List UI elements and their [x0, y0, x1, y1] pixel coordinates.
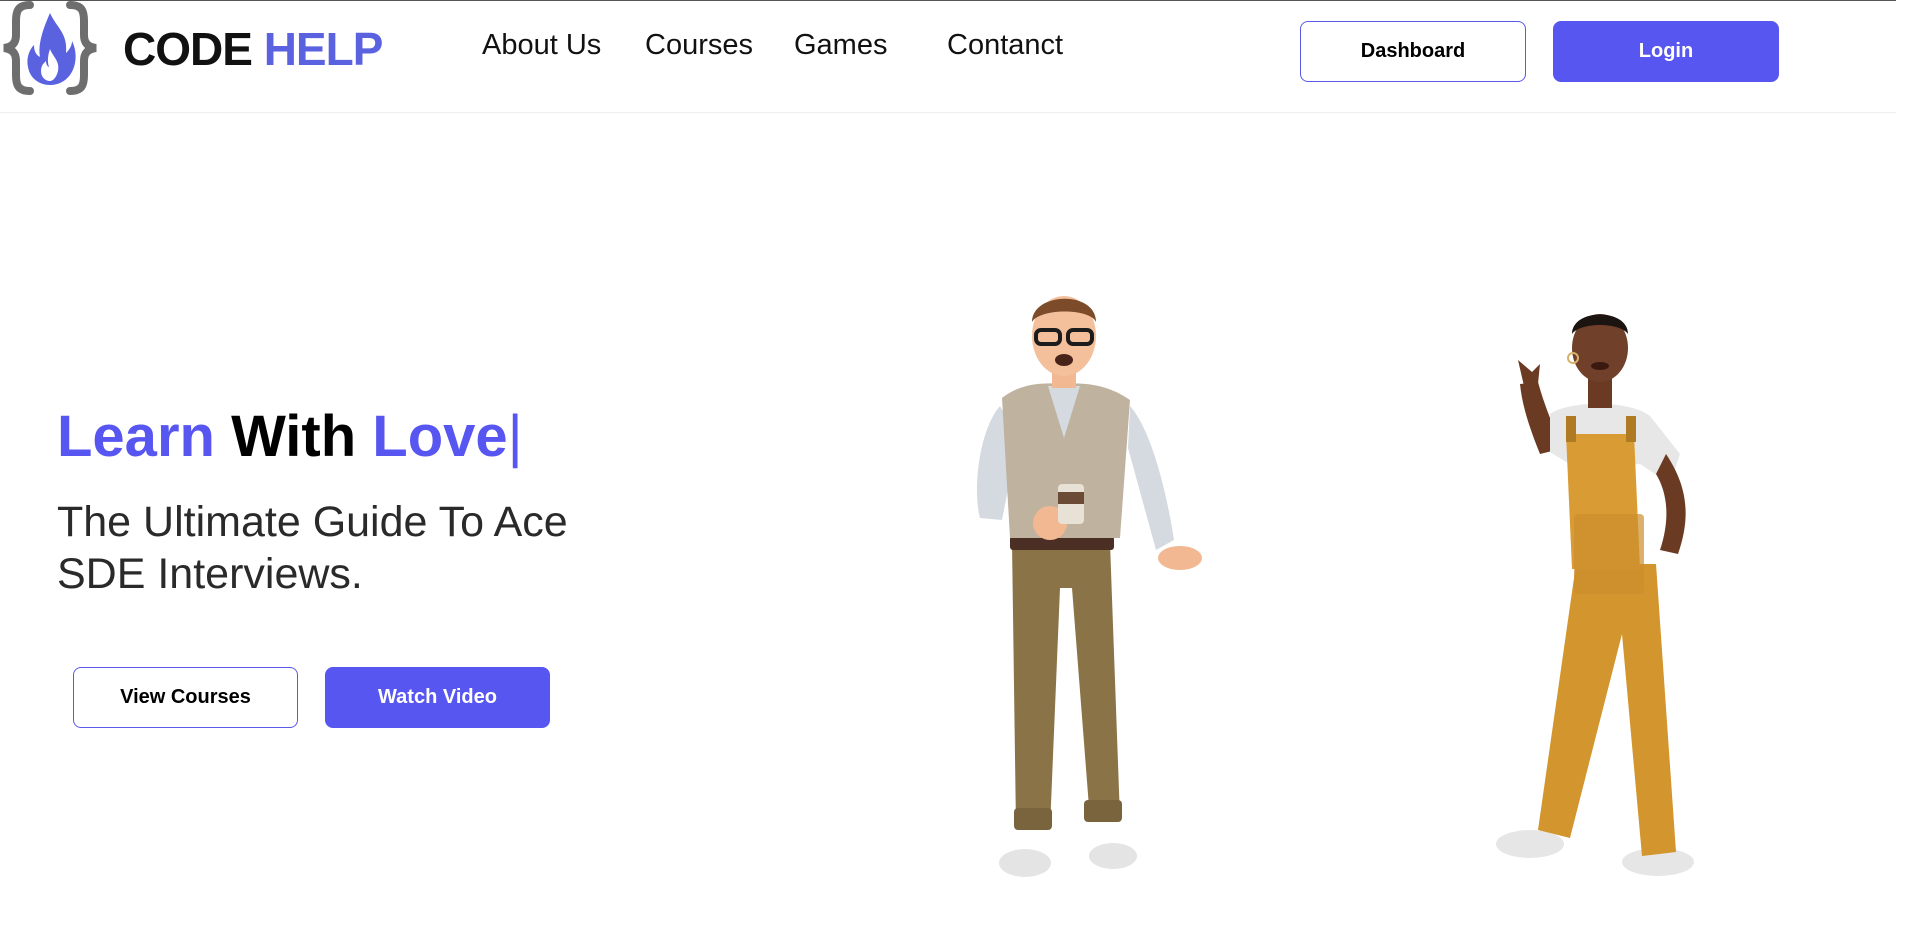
watch-video-button[interactable]: Watch Video — [325, 667, 550, 728]
nav-courses[interactable]: Courses — [645, 29, 753, 62]
login-button[interactable]: Login — [1553, 21, 1779, 82]
dashboard-button[interactable]: Dashboard — [1300, 21, 1526, 82]
woman-in-overalls-illustration — [1496, 314, 1694, 876]
view-courses-button[interactable]: View Courses — [73, 667, 298, 728]
man-with-coffee-illustration — [976, 296, 1202, 877]
nav-contact[interactable]: Contanct — [947, 29, 1063, 62]
hero-title: Learn With Love| — [57, 402, 523, 472]
page: CODE HELP About Us Courses Games Contanc… — [0, 0, 1896, 927]
logo[interactable] — [0, 1, 100, 96]
navbar: CODE HELP About Us Courses Games Contanc… — [0, 1, 1896, 113]
curly-braces-flame-icon — [3, 1, 97, 95]
brand-help: HELP — [263, 23, 384, 75]
hero-subtitle: The Ultimate Guide To Ace SDE Interviews… — [57, 498, 568, 598]
typing-cursor: | — [507, 404, 523, 469]
nav-about-us[interactable]: About Us — [482, 29, 601, 62]
hero-title-with: With — [231, 404, 357, 469]
brand-code: CODE — [123, 23, 253, 75]
hero-title-love: Love — [372, 404, 508, 469]
hero-title-learn: Learn — [57, 404, 215, 469]
brand-name[interactable]: CODE HELP — [123, 23, 384, 75]
nav-games[interactable]: Games — [794, 29, 887, 62]
